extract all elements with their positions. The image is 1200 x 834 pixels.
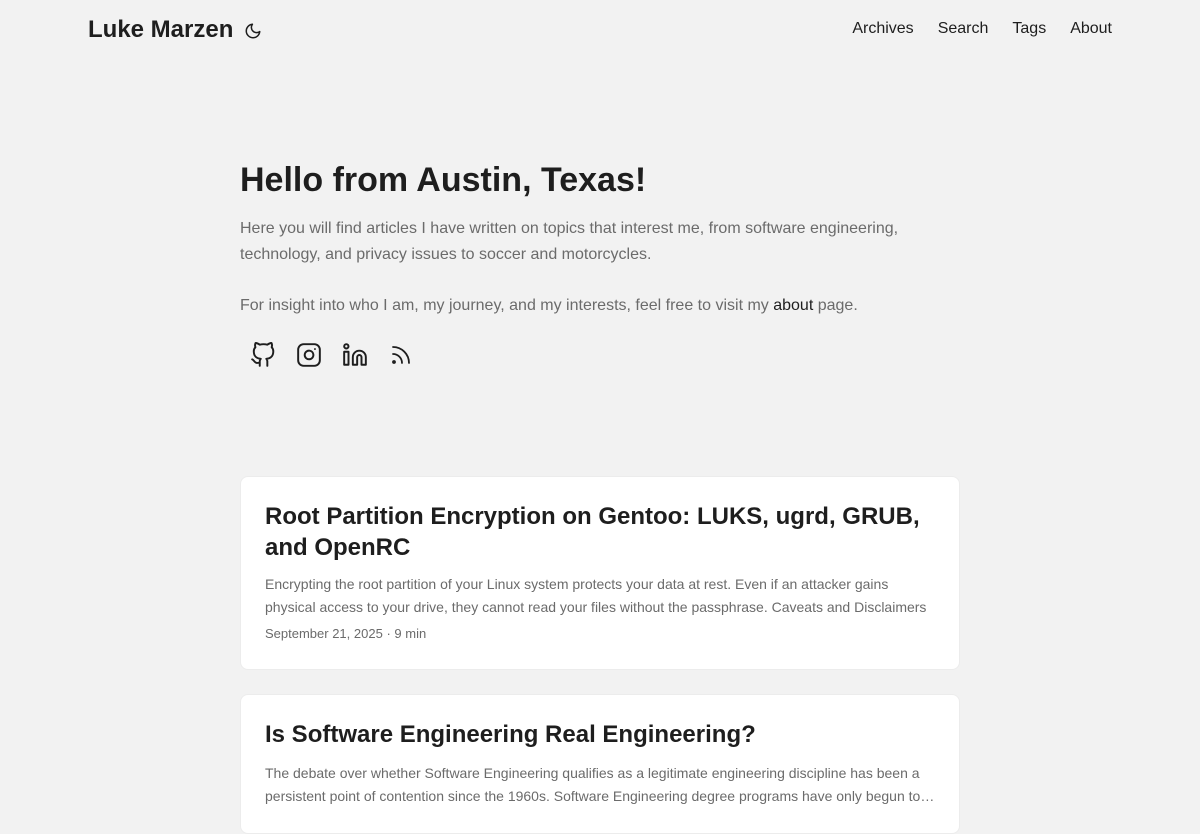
linkedin-icon[interactable] bbox=[342, 340, 368, 370]
github-icon[interactable] bbox=[250, 340, 276, 370]
about-prefix: For insight into who I am, my journey, a… bbox=[240, 297, 774, 314]
post-title: Root Partition Encryption on Gentoo: LUK… bbox=[265, 503, 920, 561]
menu-link-tags[interactable]: Tags bbox=[1012, 20, 1046, 37]
post-reading-time: 9 min bbox=[394, 626, 427, 641]
menu-item-search: Search bbox=[938, 19, 989, 39]
site-header: Luke Marzen Archives Search Tags About bbox=[0, 0, 1200, 60]
meta-separator: · bbox=[386, 626, 391, 641]
hero-title: Hello from Austin, Texas! bbox=[240, 161, 647, 199]
post-date: September 21, 2025 bbox=[265, 626, 383, 641]
hero-about-text: For insight into who I am, my journey, a… bbox=[240, 293, 940, 319]
post-excerpt: Encrypting the root partition of your Li… bbox=[265, 576, 927, 615]
menu-item-about: About bbox=[1070, 19, 1112, 39]
post-title: Is Software Engineering Real Engineering… bbox=[265, 721, 756, 748]
menu-link-search[interactable]: Search bbox=[938, 20, 989, 37]
about-link[interactable]: about bbox=[773, 297, 813, 314]
post-excerpt: The debate over whether Software Enginee… bbox=[265, 765, 921, 804]
menu-item-tags: Tags bbox=[1012, 19, 1046, 39]
site-title-link[interactable]: Luke Marzen bbox=[88, 16, 233, 44]
social-icons bbox=[250, 340, 414, 370]
menu-link-about[interactable]: About bbox=[1070, 20, 1112, 37]
hero-intro: Here you will find articles I have writt… bbox=[240, 220, 899, 263]
rss-icon[interactable] bbox=[388, 340, 414, 370]
menu-link-archives[interactable]: Archives bbox=[852, 20, 913, 37]
menu-item-archives: Archives bbox=[852, 19, 913, 39]
about-suffix: page. bbox=[813, 297, 858, 314]
main-menu: Archives Search Tags About bbox=[852, 19, 1112, 39]
post-meta: September 21, 2025 · 9 min bbox=[265, 625, 935, 643]
instagram-icon[interactable] bbox=[296, 340, 322, 370]
moon-icon[interactable] bbox=[242, 20, 264, 42]
post-card[interactable]: Is Software Engineering Real Engineering… bbox=[240, 694, 960, 834]
post-card[interactable]: Root Partition Encryption on Gentoo: LUK… bbox=[240, 476, 960, 670]
